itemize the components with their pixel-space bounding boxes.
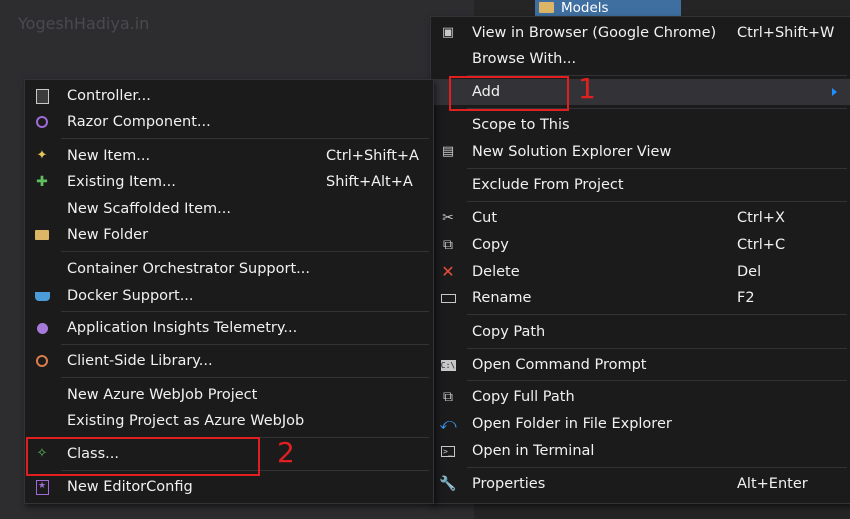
menu-item-delete[interactable]: ✕ Delete Del [431,259,850,285]
step-number-1: 1 [578,72,596,105]
new-folder-icon [34,227,50,243]
menu-item-open-in-terminal[interactable]: >_ Open in Terminal [431,438,850,464]
solution-item-label: Models [561,0,609,16]
scissors-icon: ✂ [442,210,454,226]
step-number-2: 2 [277,436,295,469]
wrench-icon: 🔧 [439,476,457,492]
separator [61,377,429,378]
menu-item-razor-component[interactable]: Razor Component... [25,109,433,135]
docker-icon [34,288,50,304]
menu-item-new-solution-explorer-view[interactable]: ▤ New Solution Explorer View [431,139,850,165]
razor-icon [34,114,50,130]
copy-icon: ⧉ [443,237,453,253]
separator [467,467,847,468]
menu-item-application-insights-telemetry[interactable]: Application Insights Telemetry... [25,315,433,341]
menu-item-new-item[interactable]: ✦ New Item... Ctrl+Shift+A [25,143,433,169]
menu-item-copy-path[interactable]: Copy Path [431,319,850,345]
menu-item-copy-full-path[interactable]: ⧉ Copy Full Path [431,384,850,410]
menu-item-docker-support[interactable]: Docker Support... [25,283,433,309]
menu-item-new-azure-webjob-project[interactable]: New Azure WebJob Project [25,382,433,408]
menu-item-open-folder-in-file-explorer[interactable]: ⤺ Open Folder in File Explorer [431,411,850,437]
delete-icon: ✕ [441,262,455,281]
separator [61,251,429,252]
editorconfig-icon: ★ [34,479,50,495]
menu-item-new-editorconfig[interactable]: ★ New EditorConfig [25,474,433,500]
menu-item-exclude-from-project[interactable]: Exclude From Project [431,172,850,198]
menu-item-existing-item[interactable]: ✚ Existing Item... Shift+Alt+A [25,169,433,195]
watermark: YogeshHadiya.in [18,14,150,33]
submenu-arrow-icon [832,88,837,96]
refresh-arrow-icon: ⤺ [439,414,457,433]
menu-item-container-orchestrator-support[interactable]: Container Orchestrator Support... [25,256,433,282]
highlight-box-add [449,76,569,111]
separator [61,311,429,312]
menu-item-copy[interactable]: ⧉ Copy Ctrl+C [431,232,850,258]
menu-item-browse-with[interactable]: Browse With... [431,46,850,72]
new-item-icon: ✦ [36,148,48,163]
folder-icon [539,2,554,13]
terminal-icon: >_ [440,443,456,459]
menu-item-view-in-browser[interactable]: ▣ View in Browser (Google Chrome) Ctrl+S… [431,20,850,46]
separator [467,314,847,315]
menu-item-open-command-prompt[interactable]: C:\ Open Command Prompt [431,352,850,378]
separator [467,348,847,349]
menu-item-new-folder[interactable]: New Folder [25,222,433,248]
copy-icon: ⧉ [443,389,453,405]
menu-item-rename[interactable]: Rename F2 [431,285,850,311]
controller-icon [34,88,50,104]
separator [61,138,429,139]
browser-icon: ▣ [441,25,455,40]
menu-item-new-scaffolded-item[interactable]: New Scaffolded Item... [25,196,433,222]
separator [467,168,847,169]
separator [467,380,847,381]
menu-item-controller[interactable]: Controller... [25,83,433,109]
menu-item-scope-to-this[interactable]: Scope to This [431,112,850,138]
highlight-box-class [26,437,260,476]
rename-icon [440,290,456,306]
existing-item-icon: ✚ [36,174,48,190]
menu-item-properties[interactable]: 🔧 Properties Alt+Enter [431,471,850,497]
command-prompt-icon: C:\ [440,359,456,371]
separator [467,201,847,202]
separator [61,344,429,345]
library-icon [34,353,50,369]
menu-item-existing-project-as-azure-webjob[interactable]: Existing Project as Azure WebJob [25,408,433,434]
menu-item-cut[interactable]: ✂ Cut Ctrl+X [431,205,850,231]
insights-icon [34,320,50,336]
menu-item-client-side-library[interactable]: Client-Side Library... [25,348,433,374]
solution-explorer-icon: ▤ [441,144,455,159]
solution-item-models[interactable]: Models [535,0,681,16]
